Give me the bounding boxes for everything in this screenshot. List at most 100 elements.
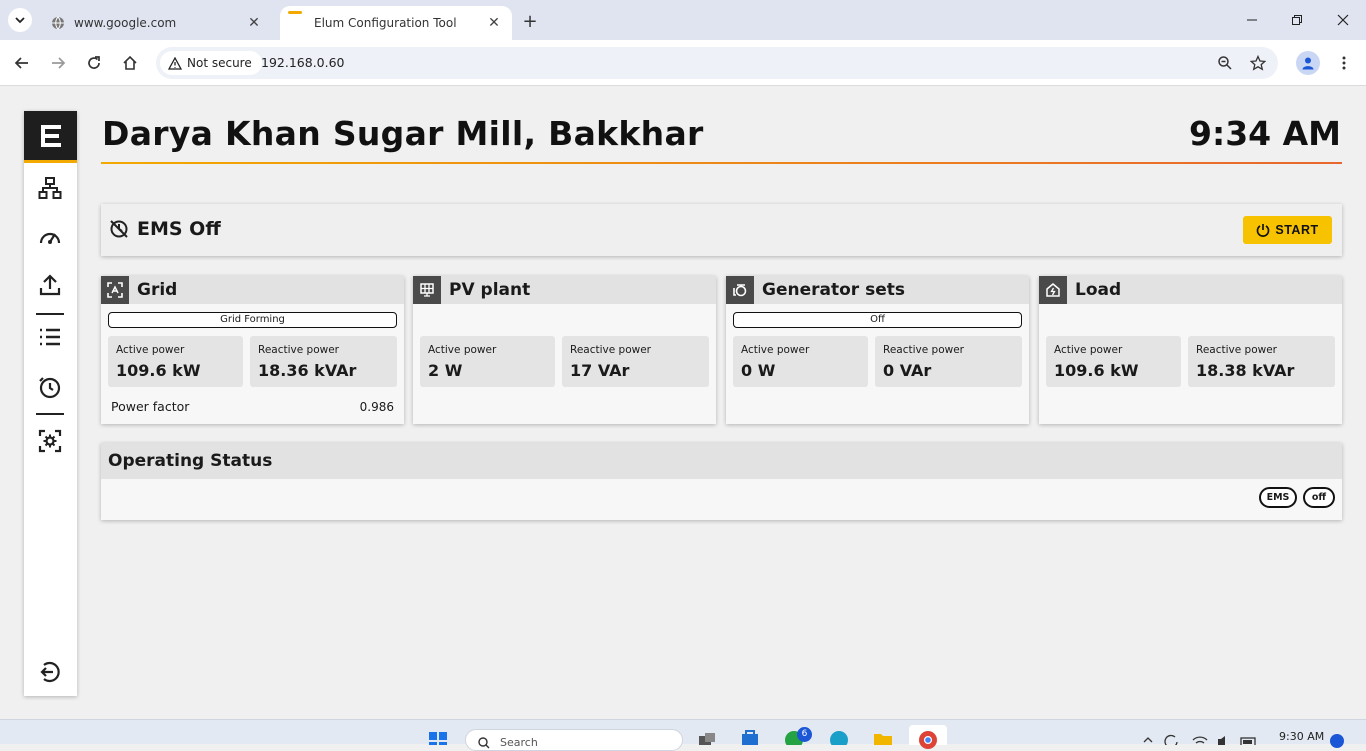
chrome-icon — [919, 731, 937, 749]
power-icon — [1257, 224, 1270, 237]
close-tab-icon[interactable]: ✕ — [244, 13, 264, 33]
card-header: PV plant — [413, 276, 716, 304]
card-header: Grid — [101, 276, 404, 304]
elum-logo-icon — [40, 124, 61, 147]
browser-menu-button[interactable] — [1334, 51, 1354, 75]
more-vertical-icon — [1342, 56, 1346, 70]
sidebar-divider — [36, 413, 64, 415]
close-window-button[interactable] — [1329, 8, 1357, 32]
tab-title: www.google.com — [74, 16, 177, 30]
zoom-button[interactable] — [1213, 51, 1237, 75]
sidebar-divider — [36, 313, 64, 315]
card-title: Generator sets — [762, 280, 905, 300]
operating-status-title: Operating Status — [108, 451, 273, 471]
zoom-out-icon — [1218, 56, 1232, 70]
grid-icon — [101, 276, 129, 304]
forward-button[interactable] — [46, 51, 70, 75]
metric-value: 0 VAr — [883, 361, 932, 380]
back-button[interactable] — [10, 51, 34, 75]
taskbar-search[interactable]: Search — [465, 729, 683, 751]
address-bar[interactable]: Not secure 192.168.0.60 — [156, 47, 1278, 79]
volume-icon[interactable] — [1216, 726, 1232, 745]
file-explorer-icon[interactable] — [873, 726, 893, 745]
site-info-chip[interactable]: Not secure — [160, 51, 262, 75]
home-button[interactable] — [118, 51, 142, 75]
metric-label: Reactive power — [1196, 344, 1277, 356]
logout-button[interactable] — [36, 658, 64, 686]
sidebar-item-history[interactable] — [36, 373, 64, 401]
sidebar-item-configure[interactable] — [36, 427, 64, 455]
sidebar-item-upload[interactable] — [36, 271, 64, 299]
card-title: PV plant — [449, 280, 531, 300]
metric-value: 17 VAr — [570, 361, 630, 380]
profile-button[interactable] — [1296, 51, 1320, 75]
metric-value: 18.36 kVAr — [258, 361, 357, 380]
metric-label: Reactive power — [570, 344, 651, 356]
metric-label: Active power — [428, 344, 497, 356]
metric-label: Active power — [1054, 344, 1123, 356]
load-active-power: Active power 109.6 kW — [1046, 336, 1181, 387]
card-title: Grid — [137, 280, 178, 300]
wifi-icon[interactable] — [1192, 726, 1208, 745]
battery-icon[interactable] — [1240, 726, 1258, 745]
home-icon — [123, 55, 137, 70]
metric-label: Reactive power — [258, 344, 339, 356]
search-icon — [478, 737, 490, 749]
task-view-icon[interactable] — [697, 726, 717, 745]
sidebar-item-list[interactable] — [36, 323, 64, 351]
taskbar-clock: 9:30 AM — [1279, 730, 1325, 743]
arrow-right-icon — [52, 57, 66, 69]
metric-label: Active power — [116, 344, 185, 356]
pv-reactive-power: Reactive power 17 VAr — [562, 336, 709, 387]
off-status-pill: off — [1303, 487, 1335, 508]
metric-value: 18.38 kVAr — [1196, 361, 1295, 380]
warning-icon — [168, 56, 182, 70]
chrome-taskbar-item[interactable] — [909, 725, 947, 749]
tab-search-button[interactable] — [8, 8, 32, 32]
bookmark-button[interactable] — [1246, 51, 1270, 75]
gauge-icon — [39, 232, 61, 244]
reload-icon — [88, 56, 100, 69]
metric-value: 0 W — [741, 361, 776, 380]
generator-card: Generator sets Off Active power 0 W Reac… — [726, 276, 1029, 424]
operating-status-panel: Operating Status EMS off — [101, 443, 1342, 520]
logout-icon — [40, 661, 60, 683]
url-text[interactable]: 192.168.0.60 — [261, 55, 345, 70]
minimize-button[interactable] — [1238, 8, 1266, 32]
tab-elum[interactable]: Elum Configuration Tool ✕ — [280, 6, 512, 40]
grid-active-power: Active power 109.6 kW — [108, 336, 243, 387]
start-button[interactable]: START — [1243, 216, 1332, 244]
star-icon — [1250, 55, 1266, 71]
elum-favicon-icon — [288, 11, 302, 14]
generator-mode-badge: Off — [733, 312, 1022, 328]
new-tab-button[interactable]: + — [518, 10, 542, 32]
pv-active-power: Active power 2 W — [420, 336, 555, 387]
app-content: Darya Khan Sugar Mill, Bakkhar 9:34 AM E… — [0, 87, 1366, 719]
sync-icon[interactable] — [1164, 726, 1180, 745]
edge-icon[interactable] — [829, 726, 849, 745]
operating-status-header: Operating Status — [101, 443, 1342, 479]
chevron-up-icon[interactable] — [1142, 726, 1154, 745]
grid-mode-badge: Grid Forming — [108, 312, 397, 328]
reload-button[interactable] — [82, 51, 106, 75]
list-icon — [40, 328, 60, 346]
current-time: 9:34 AM — [1189, 114, 1341, 153]
browser-toolbar: Not secure 192.168.0.60 — [0, 40, 1366, 86]
sidebar-item-gauge[interactable] — [36, 223, 64, 251]
elum-logo[interactable] — [24, 111, 77, 163]
notification-icon[interactable] — [1330, 734, 1344, 748]
ems-status-bar: EMS Off START — [101, 204, 1342, 256]
store-icon[interactable] — [740, 726, 760, 745]
upload-icon — [39, 274, 61, 296]
restore-button[interactable] — [1283, 8, 1311, 32]
ems-status-text: EMS Off — [137, 218, 221, 240]
close-tab-icon[interactable]: ✕ — [484, 13, 504, 33]
windows-start-icon[interactable] — [428, 726, 448, 745]
metric-label: Reactive power — [883, 344, 964, 356]
minimize-icon — [1247, 19, 1257, 21]
card-header: Load — [1039, 276, 1342, 304]
ems-off-icon — [110, 220, 128, 238]
sidebar-item-topology[interactable] — [36, 174, 64, 202]
tab-google[interactable]: www.google.com ✕ — [40, 6, 272, 40]
globe-icon — [50, 15, 66, 31]
